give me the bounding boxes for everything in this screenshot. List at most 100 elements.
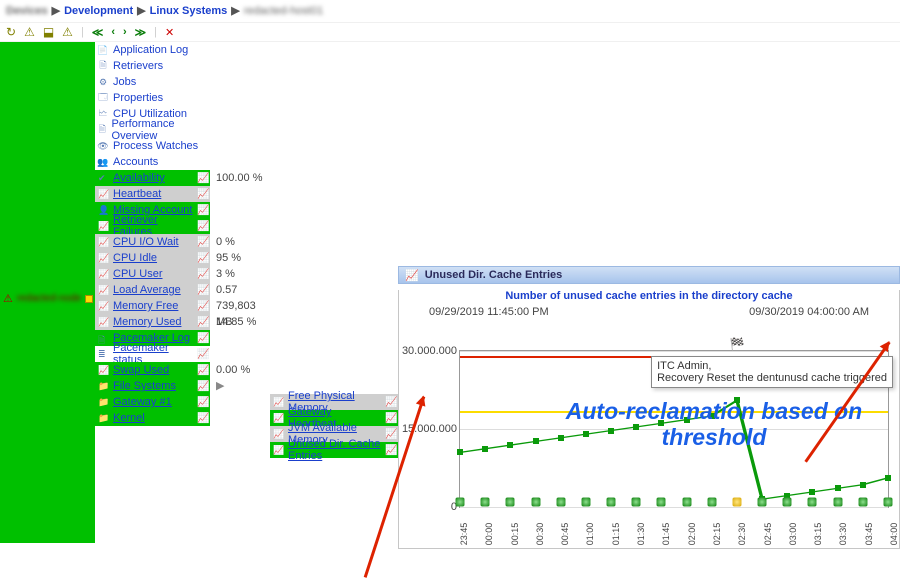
nav-link[interactable]: Properties [113, 92, 163, 104]
metric-item[interactable]: 📈Retriever Failures📈 [95, 218, 210, 234]
metric-link[interactable]: Gateway #1 [113, 396, 194, 408]
status-marker-ok[interactable] [456, 498, 465, 507]
data-point[interactable] [658, 420, 664, 426]
first-icon[interactable]: ≪ [92, 26, 104, 39]
last-icon[interactable]: ≫ [135, 26, 147, 39]
metric-link[interactable]: Swap Used [113, 364, 194, 376]
status-marker-ok[interactable] [707, 498, 716, 507]
close-icon[interactable]: ✕ [165, 26, 174, 39]
data-point[interactable] [457, 449, 463, 455]
nav-link[interactable]: Retrievers [113, 60, 163, 72]
metric-item[interactable]: 📈CPU I/O Wait📈 [95, 234, 210, 250]
metric-item[interactable]: 📈Heartbeat📈 [95, 186, 210, 202]
metric-item[interactable]: ≣Pacemaker status📈 [95, 346, 210, 362]
metric-item[interactable]: 📈Load Average📈 [95, 282, 210, 298]
mini-chart-icon[interactable]: 📈 [197, 317, 207, 328]
crumb-1[interactable]: Devices [6, 5, 48, 17]
data-point[interactable] [507, 442, 513, 448]
status-marker-ok[interactable] [758, 498, 767, 507]
nav-link[interactable]: Accounts [113, 156, 158, 168]
metric-link[interactable]: Memory Free [113, 300, 194, 312]
data-point[interactable] [684, 417, 690, 423]
status-marker-ok[interactable] [506, 498, 515, 507]
nav-link[interactable]: Jobs [113, 76, 136, 88]
status-marker-ok[interactable] [833, 498, 842, 507]
warning-icon[interactable]: ⚠ [62, 25, 73, 39]
metric-link[interactable]: Kernel [113, 412, 194, 424]
data-point[interactable] [608, 428, 614, 434]
mini-chart-icon[interactable]: 📈 [197, 365, 207, 376]
mini-chart-icon[interactable]: 📈 [197, 333, 207, 344]
mini-chart-icon[interactable]: 📈 [197, 301, 207, 312]
metric-item[interactable]: 📈Memory Free📈 [95, 298, 210, 314]
crumb-2[interactable]: Development [64, 5, 133, 17]
nav-link[interactable]: Performance Overview [112, 118, 207, 142]
tool-icon[interactable]: ⚠ [24, 25, 35, 39]
mini-chart-icon[interactable]: 📈 [385, 413, 395, 424]
mini-chart-icon[interactable]: 📈 [197, 381, 207, 392]
mini-chart-icon[interactable]: 📈 [197, 205, 207, 216]
prev-icon[interactable]: ‹ [111, 26, 115, 38]
tree-node[interactable]: ⚠ redacted-node [3, 292, 93, 305]
metric-link[interactable]: Heartbeat [113, 188, 194, 200]
sub-metric-link[interactable]: Unused Dir. Cache Entries [288, 438, 382, 462]
metric-item[interactable]: 📈CPU User📈 [95, 266, 210, 282]
data-point[interactable] [709, 413, 715, 419]
nav-item[interactable]: 🗔Properties [95, 90, 210, 106]
metric-item[interactable]: 📈Swap Used📈 [95, 362, 210, 378]
mini-chart-icon[interactable]: 📈 [385, 429, 395, 440]
data-point[interactable] [558, 435, 564, 441]
mini-chart-icon[interactable]: 📈 [385, 445, 395, 456]
metric-link[interactable]: File Systems [113, 380, 194, 392]
status-marker-ok[interactable] [531, 498, 540, 507]
mini-chart-icon[interactable]: 📈 [197, 237, 207, 248]
mini-chart-icon[interactable]: 📈 [197, 189, 207, 200]
metric-link[interactable]: Availability [113, 172, 194, 184]
status-marker-ok[interactable] [632, 498, 641, 507]
metric-item[interactable]: 📁File Systems📈 [95, 378, 210, 394]
status-marker-ok[interactable] [607, 498, 616, 507]
data-point[interactable] [734, 397, 740, 403]
nav-item[interactable]: 📄Application Log [95, 42, 210, 58]
metric-link[interactable]: CPU User [113, 268, 194, 280]
mini-chart-icon[interactable]: 📈 [197, 413, 207, 424]
data-point[interactable] [860, 482, 866, 488]
metric-link[interactable]: CPU Idle [113, 252, 194, 264]
mini-chart-icon[interactable]: 📈 [197, 269, 207, 280]
metric-link[interactable]: Load Average [113, 284, 194, 296]
status-marker-warn[interactable] [732, 498, 741, 507]
nav-item[interactable]: 👥Accounts [95, 154, 210, 170]
metric-item[interactable]: 📁Gateway #1📈 [95, 394, 210, 410]
status-marker-ok[interactable] [581, 498, 590, 507]
metric-item[interactable]: 📈Memory Used📈 [95, 314, 210, 330]
status-marker-ok[interactable] [481, 498, 490, 507]
nav-link[interactable]: Process Watches [113, 140, 198, 152]
metric-item[interactable]: 📈CPU Idle📈 [95, 250, 210, 266]
status-marker-ok[interactable] [808, 498, 817, 507]
data-point[interactable] [482, 446, 488, 452]
metric-link[interactable]: Memory Used [113, 316, 194, 328]
mini-chart-icon[interactable]: 📈 [197, 349, 207, 360]
nav-item[interactable]: 🗎Retrievers [95, 58, 210, 74]
refresh-icon[interactable]: ↻ [6, 25, 16, 39]
status-marker-ok[interactable] [858, 498, 867, 507]
nav-link[interactable]: Application Log [113, 44, 188, 56]
status-marker-ok[interactable] [556, 498, 565, 507]
nav-item[interactable]: ⚙Jobs [95, 74, 210, 90]
data-point[interactable] [633, 424, 639, 430]
mini-chart-icon[interactable]: 📈 [197, 221, 207, 232]
status-marker-ok[interactable] [783, 498, 792, 507]
tool-icon[interactable]: ⬓ [43, 25, 54, 39]
mini-chart-icon[interactable]: 📈 [385, 397, 395, 408]
mini-chart-icon[interactable]: 📈 [197, 173, 207, 184]
data-point[interactable] [583, 431, 589, 437]
metric-link[interactable]: CPU I/O Wait [113, 236, 194, 248]
mini-chart-icon[interactable]: 📈 [197, 253, 207, 264]
nav-item[interactable]: 🗎Performance Overview [95, 122, 210, 138]
status-marker-ok[interactable] [657, 498, 666, 507]
metric-item[interactable]: 📁Kernel📈 [95, 410, 210, 426]
data-point[interactable] [835, 485, 841, 491]
status-marker-ok[interactable] [884, 498, 893, 507]
data-point[interactable] [533, 438, 539, 444]
mini-chart-icon[interactable]: 📈 [197, 285, 207, 296]
